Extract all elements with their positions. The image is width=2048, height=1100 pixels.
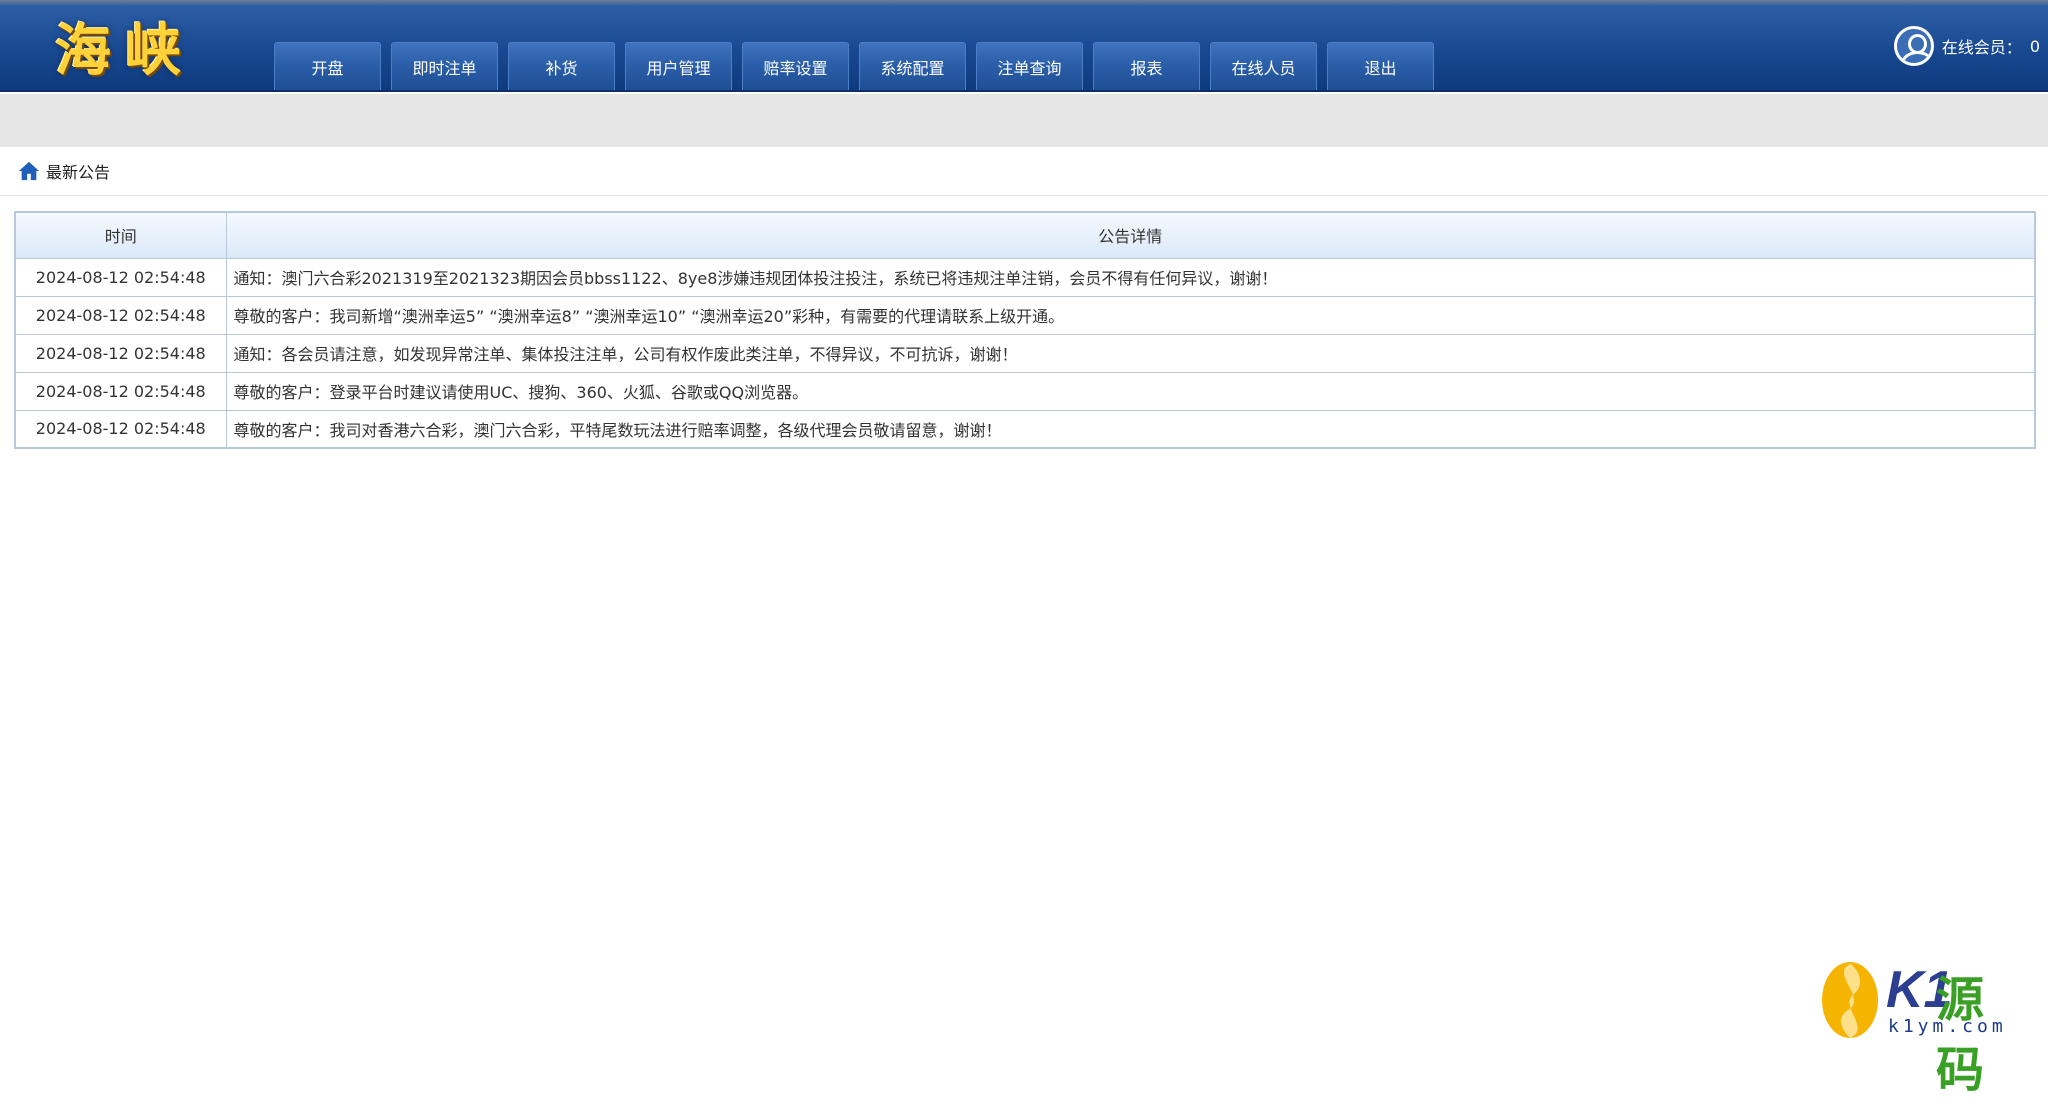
cell-time: 2024-08-12 02:54:48 — [14, 409, 227, 449]
cell-time: 2024-08-12 02:54:48 — [14, 295, 227, 335]
nav-item-live-bets[interactable]: 即时注单 — [391, 42, 498, 90]
watermark-swirl-icon — [1822, 962, 1878, 1038]
home-icon — [18, 161, 40, 181]
column-header-time: 时间 — [14, 211, 227, 259]
nav-item-online-users[interactable]: 在线人员 — [1210, 42, 1317, 90]
nav-item-replenish[interactable]: 补货 — [508, 42, 615, 90]
cell-detail: 尊敬的客户：登录平台时建议请使用UC、搜狗、360、火狐、谷歌或QQ浏览器。 — [225, 371, 2036, 411]
table-row: 2024-08-12 02:54:48 通知：澳门六合彩2021319至2021… — [14, 257, 2036, 297]
breadcrumb: 最新公告 — [18, 158, 110, 184]
breadcrumb-label: 最新公告 — [46, 163, 111, 182]
site-logo: 海峡 — [55, 14, 195, 84]
table-row: 2024-08-12 02:54:48 尊敬的客户：我司对香港六合彩，澳门六合彩… — [14, 409, 2036, 449]
online-members: 在线会员： 0 — [1893, 26, 2040, 66]
divider — [0, 195, 2048, 196]
announcements-table: 时间 公告详情 2024-08-12 02:54:48 通知：澳门六合彩2021… — [14, 211, 2036, 449]
table-row: 2024-08-12 02:54:48 通知：各会员请注意，如发现异常注单、集体… — [14, 333, 2036, 373]
column-header-detail: 公告详情 — [225, 211, 2036, 259]
cell-time: 2024-08-12 02:54:48 — [14, 371, 227, 411]
nav-item-odds-settings[interactable]: 赔率设置 — [742, 42, 849, 90]
nav-item-bet-query[interactable]: 注单查询 — [976, 42, 1083, 90]
nav-item-user-management[interactable]: 用户管理 — [625, 42, 732, 90]
table-row: 2024-08-12 02:54:48 尊敬的客户：我司新增“澳洲幸运5” “澳… — [14, 295, 2036, 335]
logo-text: 海峡 — [55, 17, 195, 84]
nav-item-reports[interactable]: 报表 — [1093, 42, 1200, 90]
nav-item-open-market[interactable]: 开盘 — [274, 42, 381, 90]
cell-detail: 尊敬的客户：我司对香港六合彩，澳门六合彩，平特尾数玩法进行赔率调整，各级代理会员… — [225, 409, 2036, 449]
user-avatar-icon — [1893, 26, 1934, 66]
top-header: 海峡 开盘 即时注单 补货 用户管理 赔率设置 系统配置 注单查询 报表 在线人… — [0, 0, 2048, 92]
cell-time: 2024-08-12 02:54:48 — [14, 333, 227, 373]
cell-time: 2024-08-12 02:54:48 — [14, 257, 227, 297]
online-members-count: 0 — [2029, 36, 2040, 56]
nav-item-system-config[interactable]: 系统配置 — [859, 42, 966, 90]
cell-detail: 通知：澳门六合彩2021319至2021323期因会员bbss1122、8ye8… — [225, 257, 2036, 297]
cell-detail: 尊敬的客户：我司新增“澳洲幸运5” “澳洲幸运8” “澳洲幸运10” “澳洲幸运… — [225, 295, 2036, 335]
table-header-row: 时间 公告详情 — [14, 211, 2036, 259]
online-members-label: 在线会员： — [1941, 38, 2022, 57]
nav-item-logout[interactable]: 退出 — [1327, 42, 1434, 90]
watermark-url: k1ym.com — [1888, 1016, 2007, 1037]
table-row: 2024-08-12 02:54:48 尊敬的客户：登录平台时建议请使用UC、搜… — [14, 371, 2036, 411]
main-nav: 开盘 即时注单 补货 用户管理 赔率设置 系统配置 注单查询 报表 在线人员 退… — [274, 42, 1434, 90]
watermark-logo: K1 源码 k1ym.com — [1818, 958, 2028, 1098]
sub-header-bar — [0, 94, 2048, 147]
cell-detail: 通知：各会员请注意，如发现异常注单、集体投注注单，公司有权作废此类注单，不得异议… — [225, 333, 2036, 373]
